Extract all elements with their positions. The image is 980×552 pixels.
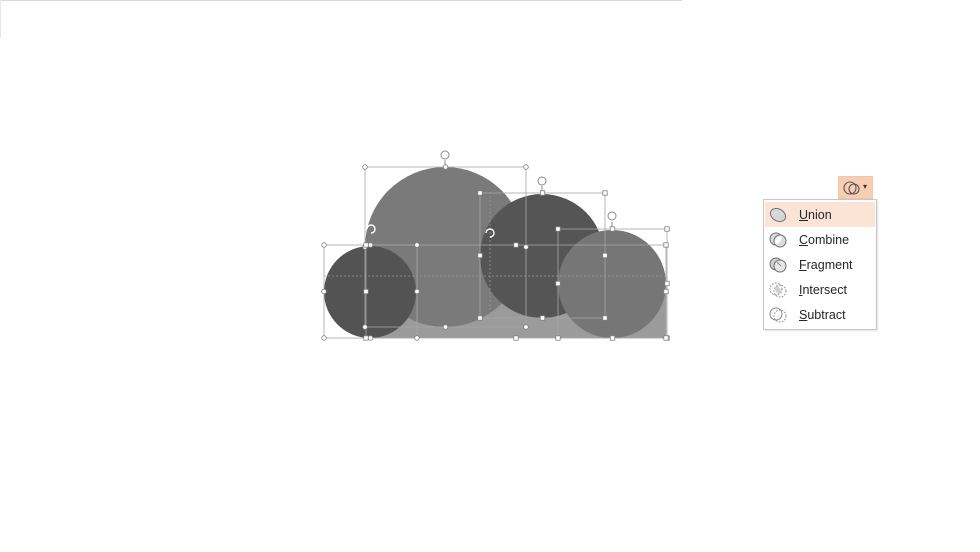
resize-handle[interactable] [367,242,374,248]
resize-handle[interactable] [555,226,561,232]
menu-item-fragment[interactable]: Fragment [765,252,875,277]
menu-item-label: Subtract [799,307,846,322]
resize-handle[interactable] [523,324,529,330]
resize-handle[interactable] [664,226,670,232]
menu-item-subtract[interactable]: Subtract [765,302,875,327]
rotate-handle-icon[interactable] [607,211,617,221]
resize-handle[interactable] [321,242,327,248]
resize-handle[interactable] [664,280,670,287]
resize-handle[interactable] [477,252,483,259]
merge-shapes-menu: Union Combine Fragment Intersect Subtrac… [763,199,877,330]
menu-item-label: Fragment [799,257,853,272]
resize-handle[interactable] [477,315,483,321]
resize-handle[interactable] [442,164,449,170]
rotate-handle-icon[interactable] [537,176,547,186]
fragment-icon [767,255,789,275]
resize-handle[interactable] [539,190,546,196]
resize-handle[interactable] [663,288,669,295]
resize-handle[interactable] [602,315,608,321]
subtract-icon [767,305,789,325]
chevron-down-icon: ▾ [863,182,868,191]
resize-handle[interactable] [363,335,369,341]
resize-handle[interactable] [602,252,608,259]
resize-handle[interactable] [363,242,369,248]
resize-handle[interactable] [663,335,669,341]
right-circle[interactable] [558,230,666,338]
slide-canvas[interactable]: ▾ Union Combine Fragment Intersect Subtr… [0,0,980,552]
resize-handle[interactable] [477,190,483,196]
merge-shapes-button[interactable]: ▾ [838,176,873,199]
menu-item-intersect[interactable]: Intersect [765,277,875,302]
resize-handle[interactable] [363,288,369,295]
resize-handle[interactable] [539,315,546,321]
resize-handle[interactable] [362,324,368,330]
menu-item-union[interactable]: Union [765,202,875,227]
resize-handle[interactable] [555,280,561,287]
resize-handle[interactable] [602,190,608,196]
resize-handle[interactable] [321,335,327,341]
resize-handle[interactable] [414,335,420,341]
union-icon [767,205,789,225]
resize-handle[interactable] [523,164,529,170]
menu-item-combine[interactable]: Combine [765,227,875,252]
resize-handle[interactable] [362,164,368,170]
resize-handle[interactable] [321,288,327,295]
intersect-icon [767,280,789,300]
merge-shapes-icon [843,181,860,195]
rotate-handle-icon[interactable] [440,150,450,160]
menu-item-label: Intersect [799,282,847,297]
resize-handle[interactable] [663,242,669,248]
menu-item-label: Combine [799,232,850,247]
resize-handle[interactable] [513,242,519,248]
resize-handle[interactable] [414,242,420,248]
combine-icon [767,230,789,250]
resize-handle[interactable] [555,335,561,341]
menu-item-label: Union [799,207,832,222]
resize-handle[interactable] [523,244,529,250]
left-circle[interactable] [324,246,416,338]
resize-handle[interactable] [513,335,519,341]
resize-handle[interactable] [414,288,420,295]
resize-handle[interactable] [609,226,616,232]
resize-handle[interactable] [442,324,449,330]
resize-handle[interactable] [609,335,616,341]
resize-handle[interactable] [367,335,374,341]
